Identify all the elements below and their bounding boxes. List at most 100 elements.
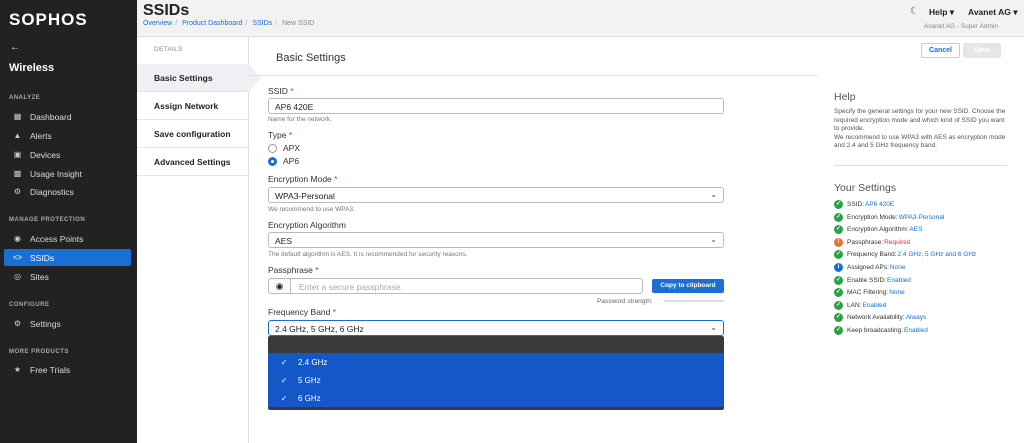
sidebar-item-label: SSIDs [30,252,55,263]
your-settings-value: WPA3-Personal [898,213,945,221]
your-settings-label: Encryption Algorithm: [847,226,909,234]
your-settings-item: ✓ Encryption Algorithm: AES [834,225,922,235]
step-save-configuration[interactable]: Save configuration [137,120,249,148]
ssid-label: SSID * [268,86,294,96]
sidebar-item-devices[interactable]: ▣ Devices [4,146,131,163]
step-assign-network[interactable]: Assign Network [137,92,249,120]
your-settings-value: AP6 420E [864,201,895,208]
eye-slash-icon[interactable]: ◉ [268,278,290,294]
sidebar-item-alerts[interactable]: ▲ Alerts [4,127,131,144]
main-panel: DETAILS Basic Settings Assign Network Sa… [137,36,1024,443]
chart-icon: ▩ [13,169,22,178]
your-settings-label: Assigned APs: [847,264,889,271]
sidebar-section-configure: CONFIGURE [9,302,50,308]
your-settings-item: ! Passphrase: Required [834,237,911,247]
your-settings-item: i Assigned APs: None [834,263,905,272]
cancel-button[interactable]: Cancel [921,43,960,58]
sidebar-item-diagnostics[interactable]: ⚙ Diagnostics [4,183,131,200]
your-settings-value: Enabled [862,301,887,309]
sidebar-item-free-trials[interactable]: ★ Free Trials [4,361,131,378]
ssid-input[interactable]: AP6 420E [268,98,724,114]
dashboard-icon: ▦ [13,112,22,121]
sidebar-section-analyze: ANALYZE [9,95,41,101]
chevron-down-icon: ⌄ [710,235,717,244]
your-settings-label: Passphrase: [847,238,884,246]
passphrase-label: Passphrase * [268,265,319,275]
star-icon: ★ [13,365,22,374]
devices-icon: ▣ [13,150,22,159]
your-settings-label: MAC Filtering: [847,289,889,297]
sophos-logo[interactable]: SOPHOS [9,10,88,30]
bell-icon: ▲ [13,131,22,140]
sidebar-section-manage-protection: MANAGE PROTECTION [9,217,86,223]
encryption-mode-select[interactable]: WPA3-Personal ⌄ [268,187,724,203]
sidebar-item-label: Dashboard [30,111,72,122]
frequency-option-6ghz[interactable]: ✓ 6 GHz [268,389,724,407]
check-circle-icon: ✓ [834,326,843,335]
your-settings-value: Required [884,238,911,246]
step-basic-settings[interactable]: Basic Settings [137,64,261,92]
org-menu[interactable]: Avanet AG ▾ [968,7,1017,18]
help-menu[interactable]: Help ▾ [929,7,954,18]
warning-circle-icon: ! [834,237,843,247]
form-title: Basic Settings [276,52,346,64]
your-settings-label: Keep broadcasting: [847,327,904,334]
check-circle-icon: ✓ [834,275,843,285]
password-strength-label: Password strength: [597,298,653,305]
wifi-icon: ◉ [14,234,21,243]
gear-icon: ⚙ [13,319,22,328]
check-circle-icon: ✓ [834,200,843,209]
sidebar-item-label: Free Trials [30,364,71,375]
breadcrumb: Overview / Product Dashboard / SSIDs / New … [143,20,315,27]
help-text: Specify the general settings for your ne… [834,108,1006,149]
type-radio-apx[interactable]: APX [268,143,300,153]
your-settings-value: None [889,264,906,271]
breadcrumb-current: New SSID [282,20,315,27]
save-button[interactable]: Save [963,43,1001,58]
frequency-option-5ghz[interactable]: ✓ 5 GHz [268,371,724,389]
frequency-band-select[interactable]: 2.4 GHz, 5 GHz, 6 GHz ⌄ [268,320,724,336]
check-circle-icon: ✓ [834,212,843,222]
step-advanced-settings[interactable]: Advanced Settings [137,148,249,176]
sidebar-item-label: Alerts [30,130,52,141]
sidebar-item-settings[interactable]: ⚙ Settings [4,315,131,332]
sidebar-section-more-products: MORE PRODUCTS [9,349,69,355]
page-title: SSIDs [143,2,190,19]
sidebar-item-label: Diagnostics [30,186,74,197]
breadcrumb-product-dashboard[interactable]: Product Dashboard [182,20,242,27]
code-icon: <> [12,253,23,262]
sidebar-item-access-points[interactable]: ◉ Access Points [4,230,131,247]
app-title: Wireless [9,62,55,74]
frequency-option-2-4ghz[interactable]: ✓ 2.4 GHz [268,353,724,371]
check-circle-icon: ✓ [834,225,843,235]
breadcrumb-overview[interactable]: Overview [143,20,172,27]
your-settings-item: ✓ Network Availability: Always [834,313,926,323]
your-settings-label: Frequency Band: [847,251,897,259]
check-circle-icon: ✓ [834,313,843,323]
arrow-left-icon[interactable]: ← [10,42,20,53]
frequency-band-label: Frequency Band * [268,307,337,317]
chevron-down-icon: ⌄ [710,323,717,332]
sidebar-item-ssids[interactable]: <> SSIDs [4,249,131,266]
moon-icon[interactable]: ☾ [910,6,919,17]
user-role: Avanet AG - Super Admin [924,23,998,30]
checkmark-icon: ✓ [280,357,288,367]
your-settings-item: ✓ SSID: AP6 420E [834,200,894,209]
password-strength-bar [664,300,724,302]
your-settings-label: LAN: [847,301,862,309]
type-radio-ap6[interactable]: AP6 [268,156,299,166]
sidebar-item-usage-insight[interactable]: ▩ Usage Insight [4,165,131,182]
your-settings-label: Network Availability: [847,314,905,322]
breadcrumb-ssids[interactable]: SSIDs [252,20,272,27]
encryption-algorithm-select[interactable]: AES ⌄ [268,232,724,248]
sidebar-item-sites[interactable]: ◎ Sites [4,268,131,285]
copy-to-clipboard-button[interactable]: Copy to clipboard [652,279,724,293]
your-settings-item: ✓ LAN: Enabled [834,300,887,310]
passphrase-input[interactable]: Enter a secure passphrase. [290,278,643,294]
divider [834,165,1007,166]
your-settings-item: ✓ Enable SSID: Enabled [834,275,911,285]
radio-icon [268,143,277,153]
info-circle-icon: i [834,263,843,272]
radio-checked-icon [268,156,277,166]
sidebar-item-dashboard[interactable]: ▦ Dashboard [4,108,131,125]
